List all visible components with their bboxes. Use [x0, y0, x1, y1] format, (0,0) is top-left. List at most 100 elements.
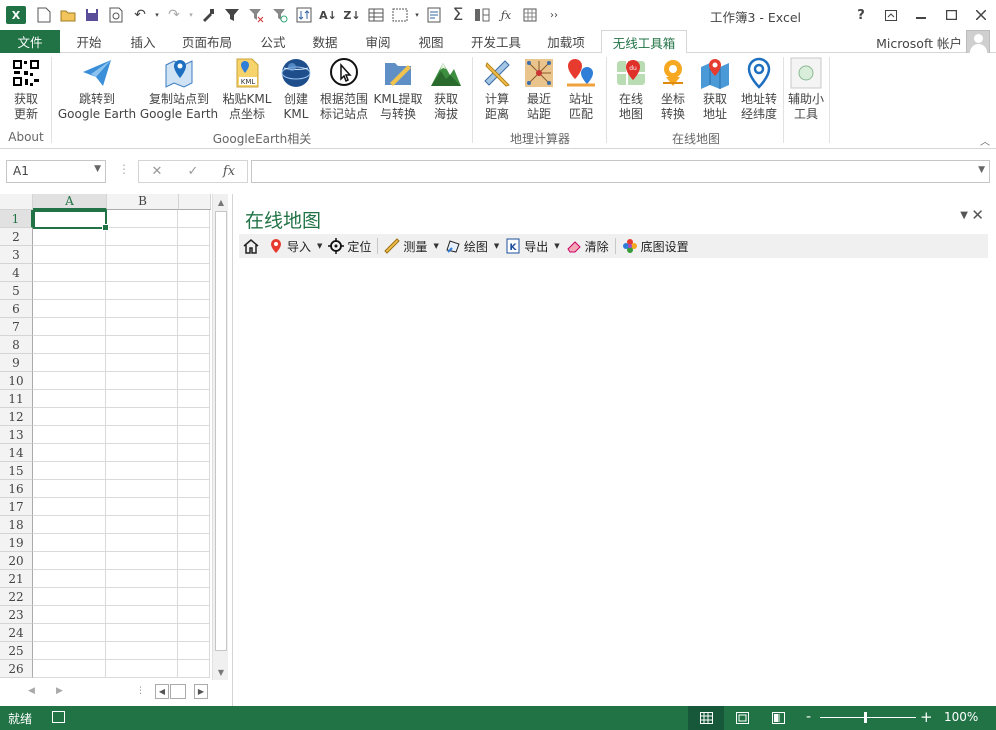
sheet-prev-icon[interactable]: ◀	[28, 686, 35, 696]
save-icon[interactable]	[80, 4, 104, 26]
tab-developer[interactable]: 开发工具	[462, 30, 530, 53]
vertical-scrollbar[interactable]: ▲ ▼	[212, 194, 228, 680]
tab-addins[interactable]: 加载项	[536, 30, 596, 53]
row-header[interactable]: 2	[0, 228, 33, 246]
pane-options-icon[interactable]: ▼	[960, 210, 968, 221]
cell-b[interactable]	[106, 336, 178, 354]
normal-view-icon[interactable]	[688, 706, 724, 730]
cell-c[interactable]	[178, 588, 210, 606]
enter-formula-button[interactable]: ✓	[175, 164, 211, 179]
account-label[interactable]: Microsoft 帐户	[876, 33, 962, 52]
zoom-slider[interactable]	[820, 717, 916, 718]
open-folder-icon[interactable]	[56, 4, 80, 26]
form-icon[interactable]	[422, 4, 446, 26]
cell-a[interactable]	[33, 444, 106, 462]
cell-a[interactable]	[33, 300, 106, 318]
tab-review[interactable]: 审阅	[353, 30, 403, 53]
scroll-up-icon[interactable]: ▲	[213, 196, 229, 210]
column-header-a[interactable]: A	[33, 194, 107, 210]
export-button[interactable]: K 导出 ▼	[505, 238, 560, 255]
cell-b[interactable]	[106, 462, 178, 480]
cell-c[interactable]	[178, 462, 210, 480]
cell-c[interactable]	[178, 210, 210, 228]
cell-c[interactable]	[178, 318, 210, 336]
nearest-site-button[interactable]: 最近 站距	[521, 57, 557, 122]
cell-b[interactable]	[106, 516, 178, 534]
helper-tools-button[interactable]: 辅助小 工具	[786, 57, 826, 122]
hscroll-thumb[interactable]	[170, 684, 186, 699]
cell-c[interactable]	[178, 570, 210, 588]
online-map-button[interactable]: du 在线 地图	[613, 57, 649, 122]
cell-c[interactable]	[178, 660, 210, 678]
borders-icon[interactable]	[388, 4, 412, 26]
row-header[interactable]: 17	[0, 498, 33, 516]
insert-function-icon[interactable]: ƒx	[494, 4, 518, 26]
copy-sites-to-google-earth-button[interactable]: 复制站点到 Google Earth	[139, 57, 219, 122]
tab-insert[interactable]: 插入	[118, 30, 168, 53]
paste-kml-button[interactable]: KML 粘贴KML 点坐标	[221, 57, 273, 122]
close-icon[interactable]	[966, 0, 996, 30]
cell-a[interactable]	[33, 228, 106, 246]
freeze-panes-icon[interactable]	[470, 4, 494, 26]
cell-b[interactable]	[106, 642, 178, 660]
tab-page-layout[interactable]: 页面布局	[172, 30, 242, 53]
cell-b[interactable]	[106, 318, 178, 336]
jump-to-google-earth-button[interactable]: 跳转到 Google Earth	[57, 57, 137, 122]
cell-b[interactable]	[106, 660, 178, 678]
home-button[interactable]	[243, 238, 262, 254]
help-button[interactable]: ?	[846, 0, 876, 30]
redo-dropdown-icon[interactable]: ▾	[186, 4, 196, 26]
cell-a[interactable]	[33, 624, 106, 642]
cell-a[interactable]	[33, 318, 106, 336]
cell-c[interactable]	[178, 624, 210, 642]
cell-c[interactable]	[178, 408, 210, 426]
sheet-splitter-icon[interactable]: ⋮	[136, 686, 145, 696]
cell-c[interactable]	[178, 372, 210, 390]
sort-descending-icon[interactable]: Z↓	[340, 4, 364, 26]
create-kml-button[interactable]: 创建 KML	[278, 57, 314, 122]
cell-a[interactable]	[33, 516, 106, 534]
print-preview-icon[interactable]	[104, 4, 128, 26]
cell-c[interactable]	[178, 264, 210, 282]
row-header[interactable]: 9	[0, 354, 33, 372]
row-header[interactable]: 8	[0, 336, 33, 354]
new-file-icon[interactable]	[32, 4, 56, 26]
scroll-thumb[interactable]	[215, 211, 227, 651]
import-button[interactable]: 导入 ▼	[268, 238, 322, 255]
cell-c[interactable]	[178, 642, 210, 660]
cell-c[interactable]	[178, 246, 210, 264]
cell-c[interactable]	[178, 336, 210, 354]
row-header[interactable]: 15	[0, 462, 33, 480]
minimize-icon[interactable]	[906, 0, 936, 30]
row-header[interactable]: 6	[0, 300, 33, 318]
cell-c[interactable]	[178, 534, 210, 552]
macro-record-icon[interactable]	[52, 711, 65, 723]
cell-a[interactable]	[33, 606, 106, 624]
sort-ascending-icon[interactable]: A↓	[316, 4, 340, 26]
cell-a[interactable]	[33, 642, 106, 660]
zoom-in-button[interactable]: +	[920, 708, 933, 726]
cell-b[interactable]	[106, 408, 178, 426]
cell-b[interactable]	[106, 210, 178, 228]
calculator-icon[interactable]	[518, 4, 542, 26]
zoom-level[interactable]: 100%	[944, 710, 978, 724]
active-cell[interactable]	[33, 210, 109, 231]
site-match-button[interactable]: 站址 匹配	[563, 57, 599, 122]
name-box[interactable]: A1 ▼	[6, 160, 106, 183]
scroll-right-icon[interactable]: ▶	[194, 684, 208, 699]
table-icon[interactable]	[364, 4, 388, 26]
cell-c[interactable]	[178, 282, 210, 300]
cell-b[interactable]	[106, 552, 178, 570]
row-header[interactable]: 19	[0, 534, 33, 552]
page-layout-view-icon[interactable]	[724, 706, 760, 730]
tab-view[interactable]: 视图	[406, 30, 456, 53]
row-header[interactable]: 10	[0, 372, 33, 390]
cell-b[interactable]	[106, 444, 178, 462]
maximize-icon[interactable]	[936, 0, 966, 30]
cell-b[interactable]	[106, 246, 178, 264]
cell-c[interactable]	[178, 498, 210, 516]
format-painter-icon[interactable]	[196, 4, 220, 26]
tab-file[interactable]: 文件	[0, 30, 60, 53]
row-header[interactable]: 14	[0, 444, 33, 462]
cell-a[interactable]	[33, 426, 106, 444]
